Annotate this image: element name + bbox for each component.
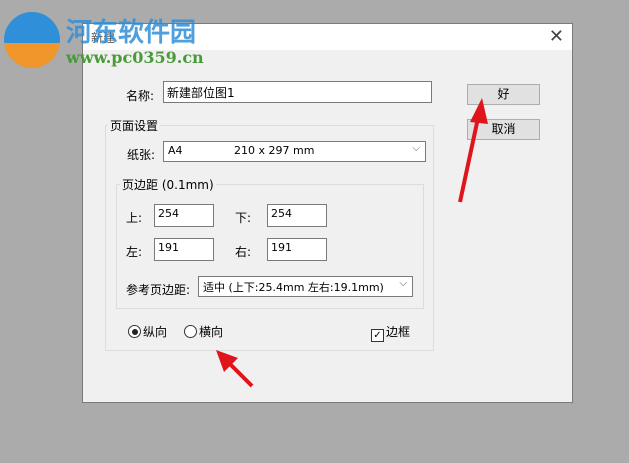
- annotation-arrows: [216, 98, 488, 388]
- arrow-to-landscape: [216, 350, 254, 388]
- arrow-to-ok: [458, 98, 488, 203]
